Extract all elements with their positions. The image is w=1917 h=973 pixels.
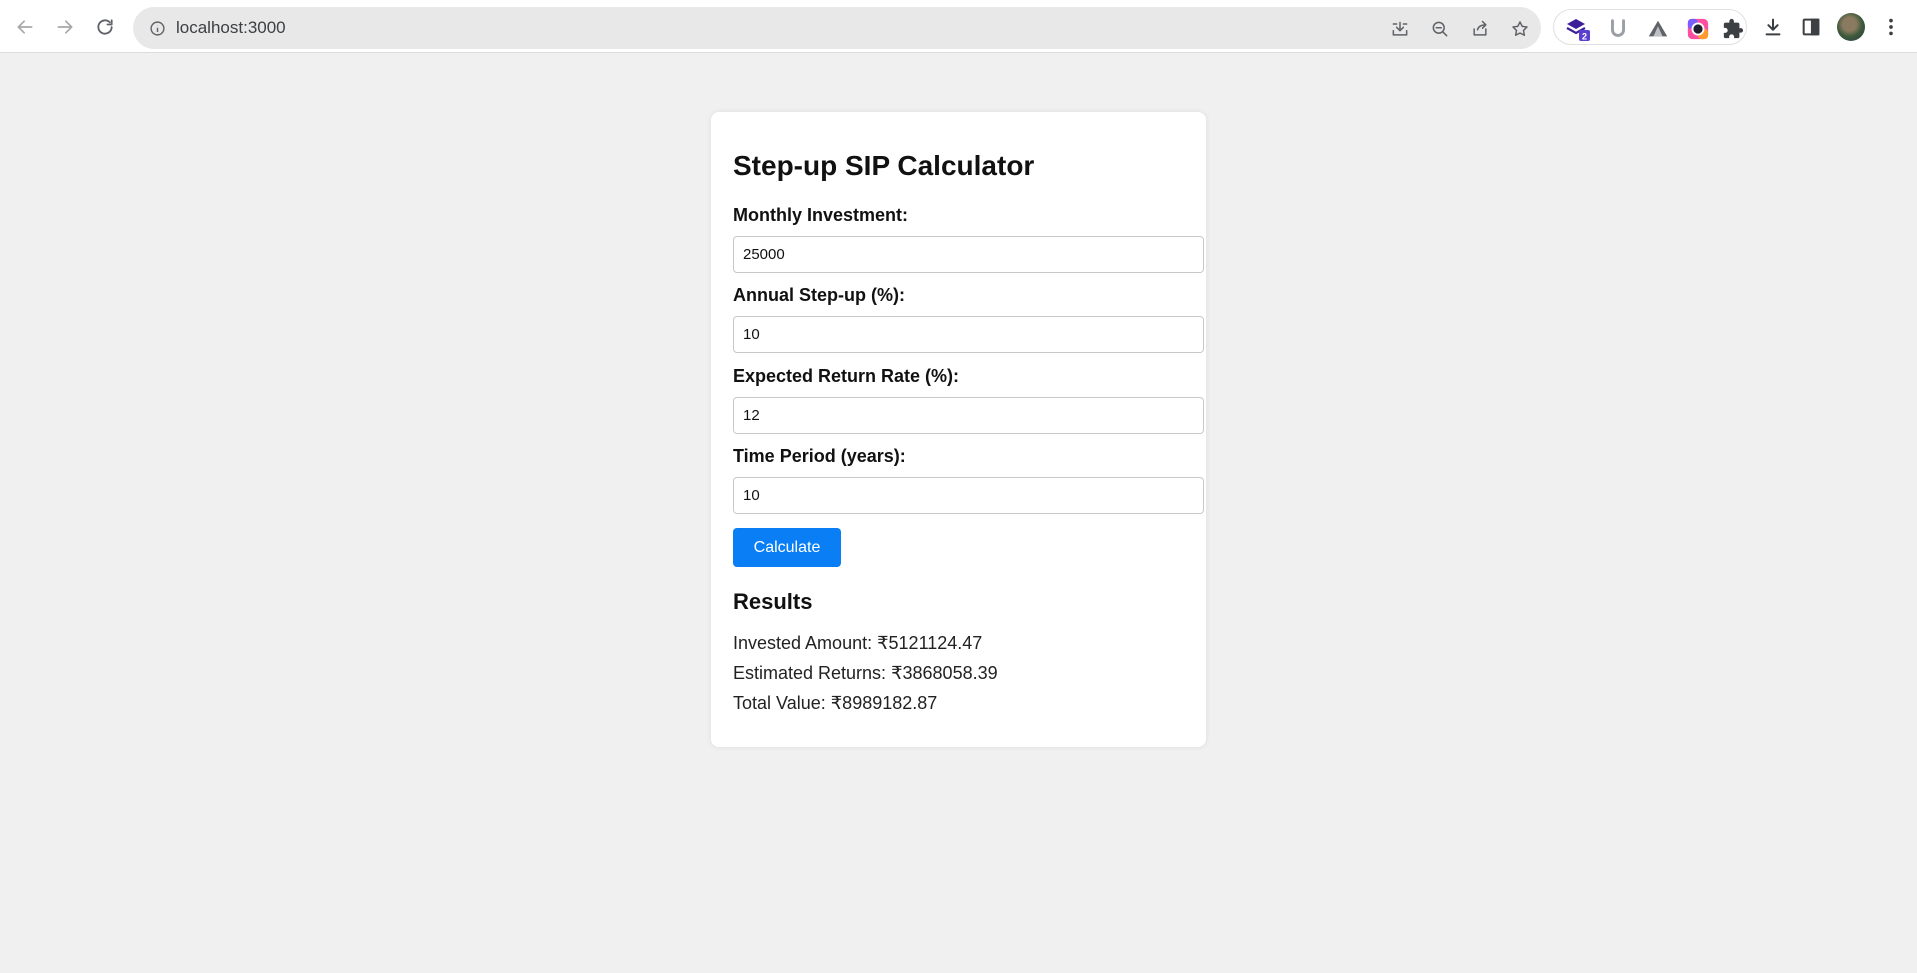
layers-extension-icon[interactable]: 2 <box>1565 16 1591 42</box>
monthly-investment-input[interactable] <box>733 236 1204 273</box>
arrow-left-icon <box>17 20 33 34</box>
profile-avatar[interactable] <box>1837 13 1865 41</box>
browser-toolbar: localhost:3000 2 <box>0 0 1917 53</box>
forward-button[interactable] <box>49 11 81 43</box>
annual-step-up-input[interactable] <box>733 316 1204 353</box>
extension-badge-count: 2 <box>1582 32 1587 42</box>
triangle-extension-icon[interactable] <box>1645 16 1671 42</box>
back-button[interactable] <box>9 11 41 43</box>
puzzle-extensions-icon[interactable] <box>1720 16 1746 42</box>
expected-return-rate-input[interactable] <box>733 397 1204 434</box>
annual-step-up-label: Annual Step-up (%): <box>733 285 905 305</box>
estimated-returns-text: Estimated Returns: ₹3868058.39 <box>733 663 998 683</box>
extensions-bar: 2 <box>1553 9 1747 45</box>
u-extension-icon[interactable] <box>1605 16 1631 42</box>
address-bar[interactable]: localhost:3000 <box>133 7 1541 49</box>
site-info-icon[interactable] <box>147 18 167 38</box>
calculator-card: Step-up SIP Calculator Monthly Investmen… <box>711 112 1206 747</box>
expected-return-rate-label: Expected Return Rate (%): <box>733 366 960 386</box>
side-panel-icon[interactable] <box>1797 13 1825 41</box>
monthly-investment-label: Monthly Investment: <box>733 205 909 225</box>
downloads-icon[interactable] <box>1759 13 1787 41</box>
zoom-out-icon[interactable] <box>1429 18 1451 40</box>
color-picker-extension-icon[interactable] <box>1685 16 1711 42</box>
bookmark-star-icon[interactable] <box>1509 18 1531 40</box>
reload-button[interactable] <box>89 11 121 43</box>
share-icon[interactable] <box>1469 18 1491 40</box>
address-url[interactable]: localhost:3000 <box>176 7 286 49</box>
chrome-menu-icon[interactable] <box>1877 13 1905 41</box>
time-period-label: Time Period (years): <box>733 446 906 466</box>
calculate-button[interactable]: Calculate <box>733 528 841 567</box>
total-value-text: Total Value: ₹8989182.87 <box>733 693 938 713</box>
time-period-input[interactable] <box>733 477 1204 514</box>
results-heading: Results <box>733 589 813 614</box>
reload-icon <box>97 19 113 35</box>
install-app-icon[interactable] <box>1389 18 1411 40</box>
page-title: Step-up SIP Calculator <box>733 150 1035 181</box>
arrow-right-icon <box>57 20 73 34</box>
invested-amount-text: Invested Amount: ₹5121124.47 <box>733 633 983 653</box>
